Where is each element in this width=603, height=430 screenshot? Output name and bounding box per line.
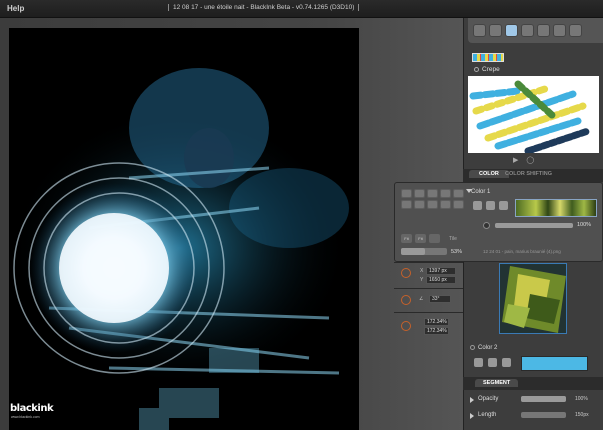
swatch[interactable] bbox=[414, 189, 425, 198]
position-y-field[interactable]: 1650 px bbox=[426, 276, 456, 284]
solid-color-icon[interactable] bbox=[474, 358, 483, 367]
divider bbox=[394, 262, 463, 263]
divider bbox=[394, 312, 463, 313]
brush-indicator-icon bbox=[474, 67, 479, 72]
gradient-icon[interactable] bbox=[488, 358, 497, 367]
opacity-label: Opacity bbox=[478, 396, 499, 402]
brush-4-icon[interactable] bbox=[537, 24, 550, 37]
color1-palette: Color 1 100% Fit Fit Tile 53% 12 24 01 -… bbox=[394, 182, 603, 262]
texture-icon[interactable] bbox=[502, 358, 511, 367]
opacity-slider[interactable] bbox=[521, 396, 566, 402]
opacity-knob-icon[interactable] bbox=[483, 222, 490, 229]
texture-file-label: 12 24 01 - pain, marius braunié (4).png bbox=[483, 249, 561, 254]
texture-icon[interactable] bbox=[499, 201, 508, 210]
opacity-row: Opacity 100% bbox=[463, 394, 603, 405]
secondary-slider[interactable] bbox=[401, 248, 447, 255]
blackink-logo: blackink bbox=[10, 403, 54, 414]
smudge-tool-icon[interactable] bbox=[569, 24, 582, 37]
swatch-grid bbox=[401, 189, 464, 209]
brush-3-icon[interactable] bbox=[521, 24, 534, 37]
texture-image bbox=[500, 264, 566, 333]
length-row: Length 150px bbox=[463, 410, 603, 421]
window-title: 12 08 17 - une étoile nait - BlackInk Be… bbox=[168, 4, 360, 11]
fit-button[interactable]: Fit bbox=[415, 234, 426, 243]
logo-subtitle: www.blackink.com bbox=[11, 415, 40, 419]
swatch[interactable] bbox=[414, 200, 425, 209]
angle-icon: ∠ bbox=[419, 296, 424, 302]
color1-opacity-slider[interactable] bbox=[495, 223, 573, 228]
drawing-canvas[interactable] bbox=[9, 28, 359, 430]
divider bbox=[394, 288, 463, 289]
length-value: 150px bbox=[575, 412, 589, 418]
expand-icon[interactable] bbox=[470, 397, 474, 403]
brush-thumbnail[interactable] bbox=[472, 53, 504, 62]
swatch[interactable] bbox=[440, 189, 451, 198]
solid-color-icon[interactable] bbox=[473, 201, 482, 210]
brush-name: Crepe bbox=[482, 66, 500, 73]
swatch[interactable] bbox=[440, 200, 451, 209]
settings-icon[interactable]: ◯ bbox=[526, 156, 534, 164]
brush-stroke-preview bbox=[469, 80, 592, 153]
color2-label: Color 2 bbox=[478, 345, 498, 351]
brush-1-icon[interactable] bbox=[489, 24, 502, 37]
color2-swatch[interactable] bbox=[521, 356, 588, 371]
brush-2-icon[interactable] bbox=[505, 24, 518, 37]
y-label: Y bbox=[420, 277, 424, 283]
color1-mode-icons bbox=[473, 201, 508, 210]
length-label: Length bbox=[478, 412, 497, 418]
play-icon[interactable]: ▶ bbox=[513, 156, 518, 164]
brush-preview bbox=[468, 76, 599, 153]
tab-segment[interactable]: SEGMENT bbox=[475, 379, 519, 387]
texture-strip[interactable] bbox=[515, 199, 597, 217]
eraser-tool-icon[interactable] bbox=[553, 24, 566, 37]
gradient-icon[interactable] bbox=[486, 201, 495, 210]
color1-opacity-value: 100% bbox=[577, 222, 592, 228]
secondary-value: 53% bbox=[451, 249, 463, 255]
preview-controls: ▶ ◯ bbox=[513, 156, 534, 164]
swatch[interactable] bbox=[427, 189, 438, 198]
rotation-icon[interactable] bbox=[401, 295, 411, 305]
scale-y-field[interactable]: 172.34% bbox=[424, 327, 449, 335]
segment-tab: SEGMENT bbox=[463, 377, 603, 390]
color2-indicator-icon bbox=[470, 345, 475, 350]
color2-mode-icons bbox=[474, 358, 511, 367]
swatch[interactable] bbox=[453, 189, 464, 198]
scale-icon[interactable] bbox=[401, 321, 411, 331]
swatch[interactable] bbox=[427, 200, 438, 209]
length-slider[interactable] bbox=[521, 412, 566, 418]
x-label: X bbox=[420, 268, 424, 274]
tile-checkbox[interactable] bbox=[429, 234, 440, 243]
secondary-slider-fill bbox=[401, 248, 426, 255]
opacity-slider-fill bbox=[521, 396, 566, 402]
rotation-field[interactable]: 33° bbox=[429, 295, 451, 303]
swatch[interactable] bbox=[453, 200, 464, 209]
tile-label: Tile bbox=[449, 236, 457, 242]
opacity-value: 100% bbox=[575, 396, 588, 402]
tab-color-shifting[interactable]: COLOR SHIFTING bbox=[505, 171, 552, 177]
color1-opacity-fill bbox=[495, 223, 573, 228]
color1-label: Color 1 bbox=[471, 189, 491, 195]
color-tabs: COLOR COLOR SHIFTING bbox=[463, 169, 603, 182]
title-bar: Help 12 08 17 - une étoile nait - BlackI… bbox=[0, 0, 603, 18]
swatch[interactable] bbox=[401, 200, 412, 209]
fit-buttons: Fit Fit bbox=[401, 234, 440, 243]
expand-icon[interactable] bbox=[470, 413, 474, 419]
position-icon[interactable] bbox=[401, 268, 411, 278]
tool-strip bbox=[468, 18, 603, 43]
canvas-artwork bbox=[9, 28, 359, 430]
scale-x-field[interactable]: 172.34% bbox=[424, 318, 449, 326]
menu-help[interactable]: Help bbox=[7, 4, 24, 13]
fit-button[interactable]: Fit bbox=[401, 234, 412, 243]
texture-preview[interactable] bbox=[499, 263, 567, 334]
tab-color[interactable]: COLOR bbox=[469, 170, 509, 178]
pen-tool-icon[interactable] bbox=[473, 24, 486, 37]
swatch[interactable] bbox=[401, 189, 412, 198]
position-x-field[interactable]: 1397 px bbox=[426, 267, 456, 275]
